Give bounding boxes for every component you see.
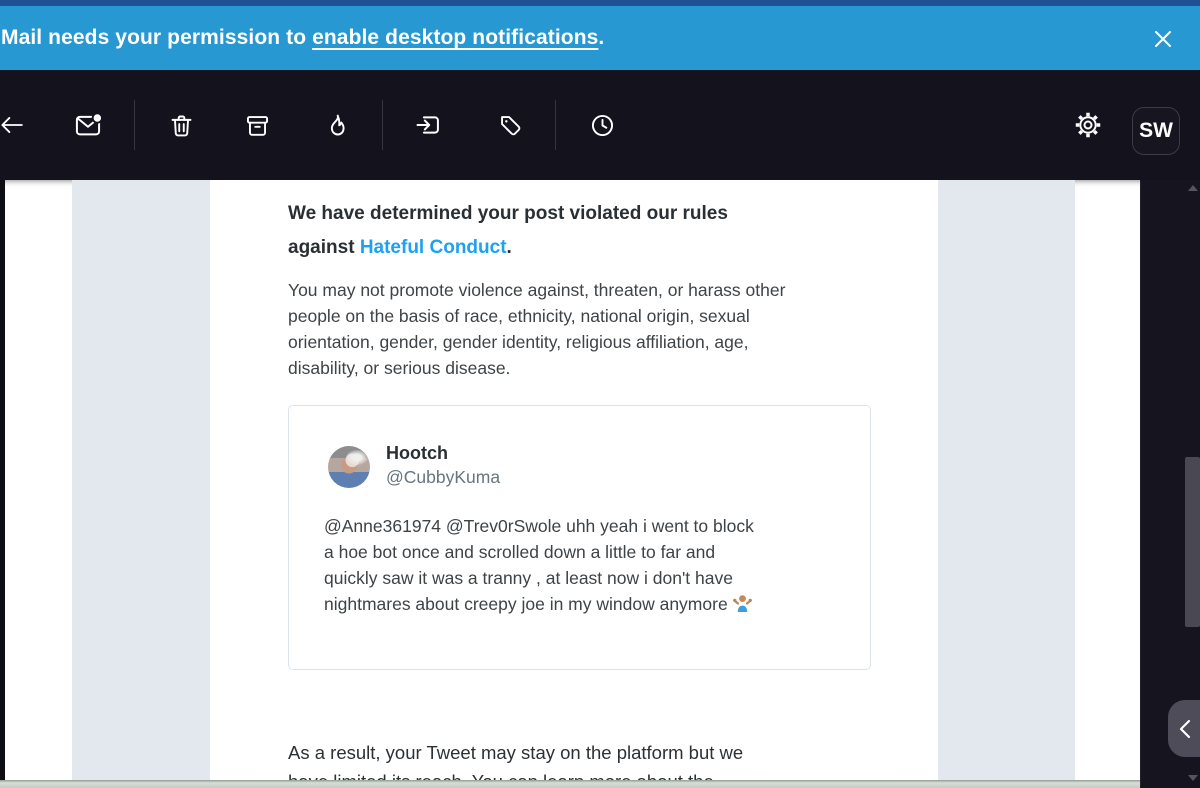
avatar-initials: SW: [1139, 119, 1173, 142]
trash-icon: [171, 115, 191, 136]
scroll-down-arrow[interactable]: [1188, 775, 1198, 781]
back-button[interactable]: [0, 111, 25, 139]
quoted-tweet-card: Hootch @CubbyKuma @Anne361974 @Trev0rSwo…: [288, 405, 871, 670]
chevron-left-icon: [1179, 719, 1191, 738]
tweet-author-handle: @CubbyKuma: [386, 467, 501, 487]
archive-icon: [246, 115, 268, 136]
tweet-text-lines: @Anne361974 @Trev0rSwole uhh yeah i went…: [324, 516, 754, 614]
tweet-text: @Anne361974 @Trev0rSwole uhh yeah i went…: [324, 513, 836, 619]
back-arrow-icon: [1, 117, 23, 133]
move-to-folder-button[interactable]: [414, 111, 442, 139]
mark-unread-button[interactable]: [74, 111, 102, 139]
scroll-up-arrow[interactable]: [1188, 185, 1198, 191]
side-panel-toggle[interactable]: [1168, 700, 1200, 757]
avatar-detail: [346, 450, 368, 465]
email-left-rail: [72, 180, 210, 780]
flame-icon: [330, 114, 345, 135]
heading-period: .: [506, 237, 512, 258]
reading-pane: We have determined your post violated ou…: [5, 180, 1140, 780]
banner-text-suffix: .: [598, 26, 605, 49]
tweet-author-avatar: [328, 446, 370, 488]
banner-close-button[interactable]: [1150, 26, 1176, 52]
notification-banner: Mail needs your permission to enable des…: [0, 6, 1200, 70]
account-avatar[interactable]: SW: [1132, 107, 1180, 155]
gear-icon: [1075, 112, 1101, 138]
scrollbar-gutter: [1140, 180, 1200, 788]
policy-paragraph: You may not promote violence against, th…: [288, 280, 786, 378]
label-button[interactable]: [496, 111, 524, 139]
burn-spam-button[interactable]: [323, 111, 351, 139]
archive-button[interactable]: [243, 111, 271, 139]
horizontal-scrollbar[interactable]: [0, 780, 1140, 788]
banner-text-prefix: Mail needs your permission to: [1, 26, 313, 49]
left-window-edge: [0, 180, 5, 780]
heading-line2: against: [288, 237, 360, 258]
snooze-button[interactable]: [588, 111, 616, 139]
hateful-conduct-link[interactable]: Hateful Conduct: [360, 237, 507, 258]
clipped-line: have limited its reach. You can learn mo…: [288, 771, 888, 780]
delete-button[interactable]: [167, 111, 195, 139]
tag-icon: [500, 115, 520, 135]
clock-icon: [591, 114, 613, 136]
message-view: We have determined your post violated ou…: [0, 180, 1200, 788]
toolbar-separator: [555, 100, 556, 150]
violation-heading: We have determined your post violated ou…: [288, 197, 876, 265]
move-to-folder-icon: [416, 116, 439, 134]
man-shrugging-emoji: [732, 593, 753, 619]
heading-line1: We have determined your post violated ou…: [288, 203, 728, 224]
close-icon: [1155, 31, 1171, 47]
toolbar-separator: [382, 100, 383, 150]
vertical-scrollbar-thumb[interactable]: [1185, 457, 1200, 627]
mark-unread-icon: [75, 112, 102, 136]
tweet-author-name: Hootch: [386, 443, 448, 463]
email-body: We have determined your post violated ou…: [210, 180, 938, 780]
settings-button[interactable]: [1074, 111, 1102, 139]
email-right-rail: [938, 180, 1075, 780]
banner-message: Mail needs your permission to enable des…: [0, 26, 604, 50]
mail-toolbar: SW: [0, 70, 1200, 180]
closing-line: As a result, your Tweet may stay on the …: [288, 742, 744, 763]
toolbar-separator: [134, 100, 135, 150]
enable-notifications-link[interactable]: enable desktop notifications: [312, 26, 598, 49]
